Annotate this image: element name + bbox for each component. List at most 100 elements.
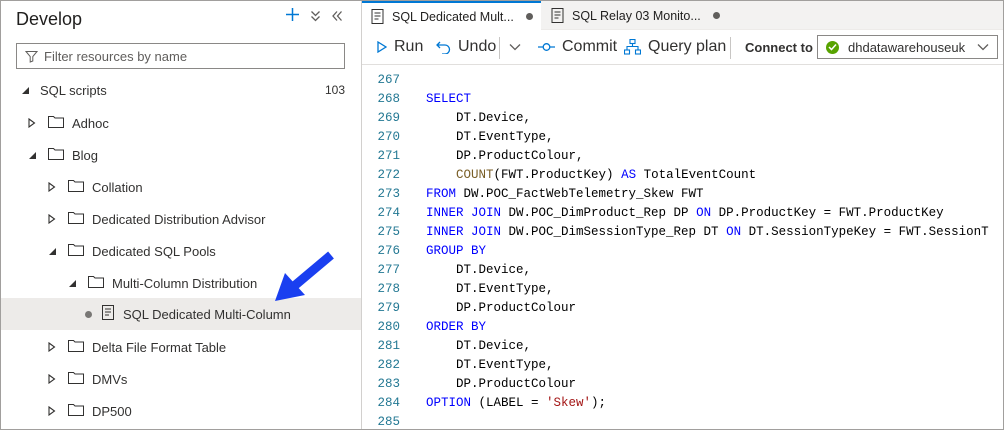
connect-to-label: Connect to: [745, 40, 813, 55]
tree-item-dp500[interactable]: DP500: [1, 395, 361, 427]
expanded-triangle-icon[interactable]: [26, 149, 38, 161]
line-code: OPTION (LABEL = 'Skew');: [426, 395, 607, 410]
code-line[interactable]: 278 DT.EventType,: [362, 279, 553, 298]
line-code: DP.ProductColour,: [426, 148, 584, 163]
folder-icon: [68, 371, 84, 387]
code-line[interactable]: 272 COUNT(FWT.ProductKey) AS TotalEventC…: [362, 165, 756, 184]
line-number: 269: [377, 110, 400, 125]
expanded-triangle-icon[interactable]: [46, 245, 58, 257]
tree-item-adhoc[interactable]: Adhoc: [1, 107, 361, 139]
commit-button[interactable]: Commit: [538, 30, 617, 64]
collapsed-triangle-icon[interactable]: [26, 117, 38, 129]
commit-label: Commit: [562, 38, 618, 55]
line-number: 276: [377, 243, 400, 258]
code-editor[interactable]: 267 268 SELECT 269 DT.Device, 270 DT.EventTy…: [362, 65, 1003, 429]
code-line[interactable]: 280 ORDER BY: [362, 317, 486, 336]
code-line[interactable]: 273 FROM DW.POC_FactWebTelemetry_Skew FWT: [362, 184, 703, 203]
query-plan-icon: [624, 39, 641, 55]
line-code: DT.EventType,: [426, 357, 554, 372]
undo-label: Undo: [458, 38, 497, 55]
line-number: 274: [377, 205, 400, 220]
tab-sql-dedicated-multi-column[interactable]: SQL Dedicated Mult...: [362, 1, 541, 30]
expanded-triangle-icon[interactable]: [19, 84, 31, 96]
code-line[interactable]: 279 DP.ProductColour: [362, 298, 576, 317]
sql-script-icon: [551, 8, 564, 23]
code-line[interactable]: 282 DT.EventType,: [362, 355, 554, 374]
line-code: DT.Device,: [426, 338, 532, 353]
collapsed-triangle-icon[interactable]: [46, 341, 58, 353]
tree-item-label: Blog: [72, 147, 99, 163]
tree-item-label: DMVs: [92, 371, 128, 387]
tree-item-label: Dedicated SQL Pools: [92, 243, 216, 259]
line-number: 280: [377, 319, 400, 334]
undo-icon: [436, 41, 451, 54]
tab-label: SQL Dedicated Mult...: [392, 9, 514, 24]
line-number: 270: [377, 129, 400, 144]
unsaved-dot-icon: [85, 310, 92, 318]
connection-dropdown[interactable]: dhdatawarehouseuk: [817, 35, 998, 59]
collapsed-triangle-icon[interactable]: [46, 213, 58, 225]
collapsed-triangle-icon[interactable]: [46, 405, 58, 417]
line-code: INNER JOIN DW.POC_DimSessionType_Rep DT …: [426, 224, 989, 239]
tree-item-label: SQL Dedicated Multi-Column: [123, 306, 291, 322]
undo-button[interactable]: Undo: [436, 30, 496, 64]
plus-icon[interactable]: [285, 7, 300, 27]
line-number: 284: [377, 395, 400, 410]
line-code: DT.Device,: [426, 110, 532, 125]
folder-icon: [68, 211, 84, 227]
tree-item-blog[interactable]: Blog: [1, 139, 361, 171]
query-plan-button[interactable]: Query plan: [624, 30, 726, 64]
code-line[interactable]: 274 INNER JOIN DW.POC_DimProduct_Rep DP O…: [362, 203, 944, 222]
code-line[interactable]: 283 DP.ProductColour: [362, 374, 576, 393]
code-line[interactable]: 271 DP.ProductColour,: [362, 146, 584, 165]
collapse-panel-icon[interactable]: [331, 7, 343, 27]
line-code: ORDER BY: [426, 319, 487, 334]
line-number: 271: [377, 148, 400, 163]
code-line[interactable]: 285: [362, 412, 426, 429]
tree-item-collation[interactable]: Collation: [1, 171, 361, 203]
code-line[interactable]: 276 GROUP BY: [362, 241, 486, 260]
filter-input[interactable]: [44, 48, 334, 64]
tree-item-dmvs[interactable]: DMVs: [1, 363, 361, 395]
unsaved-dot-icon[interactable]: [712, 12, 720, 19]
line-code: DP.ProductColour: [426, 376, 577, 391]
collapsed-triangle-icon[interactable]: [46, 373, 58, 385]
play-icon: [377, 41, 387, 53]
panel-header-actions: [285, 7, 343, 27]
annotation-arrow-icon: [275, 251, 334, 301]
collapsed-triangle-icon[interactable]: [46, 181, 58, 193]
expanded-triangle-icon[interactable]: [66, 277, 78, 289]
line-number: 285: [377, 414, 400, 429]
run-button[interactable]: Run: [377, 30, 423, 64]
code-line[interactable]: 267: [362, 70, 426, 89]
line-number: 268: [377, 91, 400, 106]
code-line[interactable]: 284 OPTION (LABEL = 'Skew');: [362, 393, 606, 412]
folder-icon: [68, 339, 84, 355]
chevron-down-icon: [977, 44, 989, 51]
tab-sql-relay-03-monitoring[interactable]: SQL Relay 03 Monito...: [542, 1, 722, 30]
expand-all-icon[interactable]: [310, 7, 321, 27]
line-number: 282: [377, 357, 400, 372]
code-line[interactable]: 275 INNER JOIN DW.POC_DimSessionType_Rep …: [362, 222, 989, 241]
unsaved-dot-icon[interactable]: [525, 13, 533, 20]
folder-icon: [68, 179, 84, 195]
tree-item-sql-scripts[interactable]: SQL scripts 103: [1, 74, 361, 106]
code-line[interactable]: 281 DT.Device,: [362, 336, 531, 355]
code-line[interactable]: 269 DT.Device,: [362, 108, 531, 127]
line-code: INNER JOIN DW.POC_DimProduct_Rep DP ON D…: [426, 205, 944, 220]
filter-box: [16, 43, 345, 69]
commit-icon: [538, 43, 555, 51]
line-number: 281: [377, 338, 400, 353]
undo-dropdown-button[interactable]: [509, 30, 528, 64]
editor-area: SQL Dedicated Mult... SQL Relay 03 Monit…: [362, 1, 1003, 429]
run-label: Run: [394, 38, 424, 55]
tab-bar: SQL Dedicated Mult... SQL Relay 03 Monit…: [362, 1, 1003, 30]
tree-item-dedicated-distribution-advisor[interactable]: Dedicated Distribution Advisor: [1, 203, 361, 235]
code-line[interactable]: 268 SELECT: [362, 89, 471, 108]
connected-check-icon: [826, 40, 839, 54]
code-line[interactable]: 277 DT.Device,: [362, 260, 531, 279]
query-plan-label: Query plan: [648, 38, 727, 55]
sql-script-icon: [101, 305, 115, 323]
tree-item-delta-file-format-table[interactable]: Delta File Format Table: [1, 331, 361, 363]
code-line[interactable]: 270 DT.EventType,: [362, 127, 553, 146]
